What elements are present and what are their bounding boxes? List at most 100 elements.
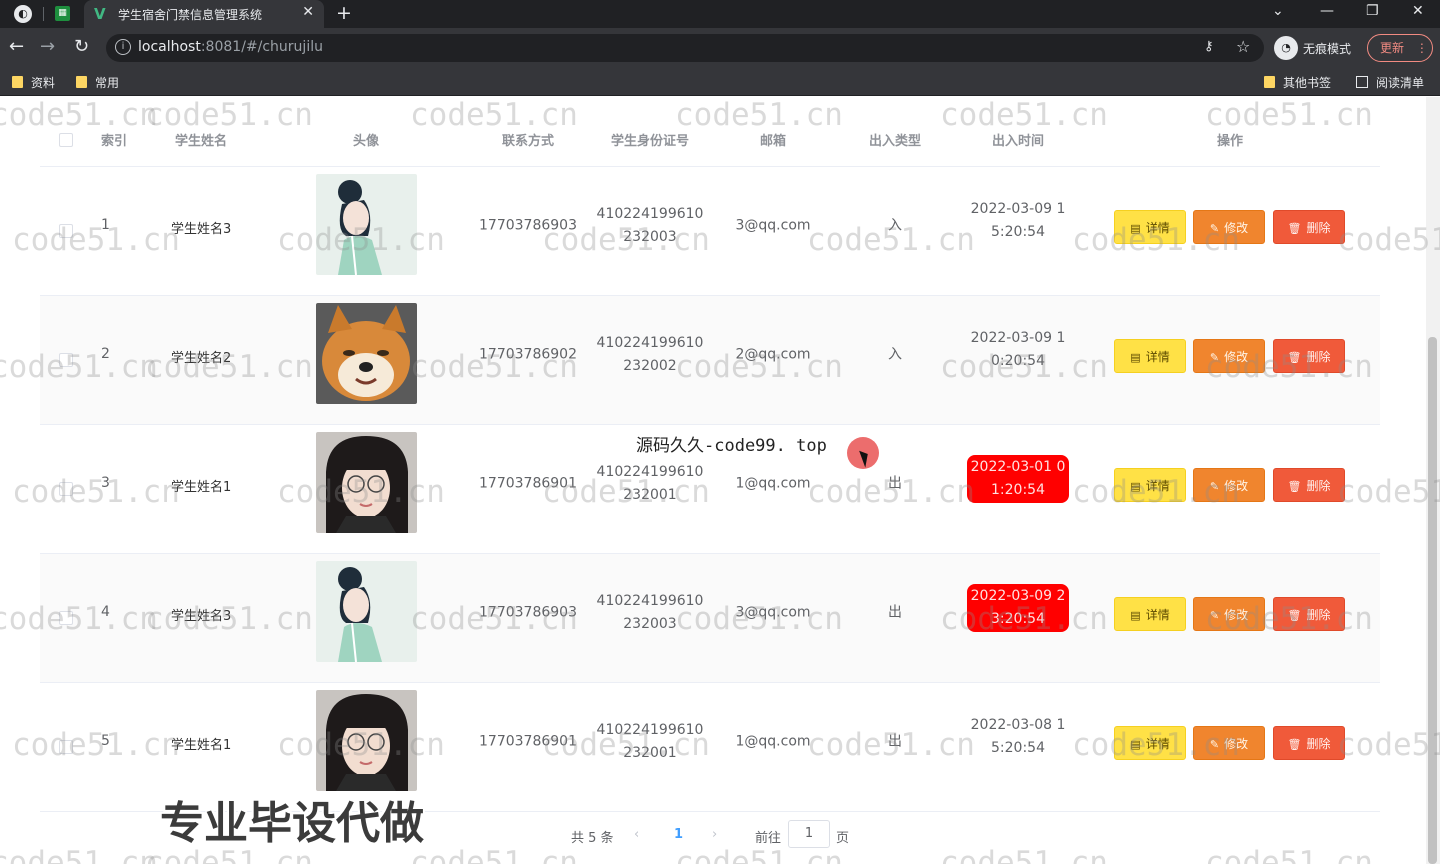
scrollbar-thumb[interactable] <box>1428 337 1437 864</box>
minimize-button[interactable]: — <box>1320 3 1334 19</box>
row-email: 3@qq.com <box>735 604 811 621</box>
row-phone: 17703786903 <box>479 604 577 621</box>
delete-button[interactable]: 🗑 删除 <box>1273 468 1345 502</box>
site-info-icon[interactable]: i <box>115 39 131 55</box>
row-checkbox[interactable] <box>59 224 73 238</box>
url-text[interactable]: localhost:8081/#/churujilu <box>138 39 323 55</box>
header-name[interactable]: 学生姓名 <box>175 130 227 149</box>
delete-button[interactable]: 🗑 删除 <box>1273 210 1345 244</box>
table-row: 1 学生姓名3 17703786903 410224199610 232003 3@qq.… <box>40 167 1380 296</box>
new-tab-button[interactable]: + <box>336 2 352 24</box>
overlay-caption: 源码久久-code99. top <box>636 436 827 456</box>
table-row: 2 学生姓名2 17703786902 410224199610 232002 2@qq.… <box>40 296 1380 425</box>
tab-search-icon[interactable]: ⌄ <box>1272 3 1284 19</box>
detail-label: 详情 <box>1145 350 1170 364</box>
maximize-button[interactable]: ❐ <box>1366 3 1379 19</box>
document-icon: ▤ <box>1130 222 1141 235</box>
edit-button[interactable]: ✎ 修改 <box>1193 726 1265 760</box>
close-tab-icon[interactable]: ✕ <box>302 4 314 20</box>
update-button[interactable]: 更新 ⋮ <box>1367 34 1433 62</box>
edit-button[interactable]: ✎ 修改 <box>1193 210 1265 244</box>
prev-page-icon[interactable]: ‹ <box>634 827 639 842</box>
detail-button[interactable]: ▤ 详情 <box>1114 210 1186 244</box>
row-id-card: 410224199610 232002 <box>597 332 704 378</box>
id-card-line-1: 410224199610 <box>596 206 704 222</box>
header-index[interactable]: 索引 <box>101 130 127 149</box>
time-line-2: 1:20:54 <box>991 482 1045 498</box>
detail-button[interactable]: ▤ 详情 <box>1114 339 1186 373</box>
vue-logo-icon: V <box>94 5 106 23</box>
tab-title: 学生宿舍门禁信息管理系统 <box>118 8 263 22</box>
password-key-icon[interactable]: ⚷ <box>1204 39 1214 54</box>
delete-button[interactable]: 🗑 删除 <box>1273 339 1345 373</box>
active-tab[interactable]: V 学生宿舍门禁信息管理系统 ✕ <box>84 0 324 28</box>
row-email: 1@qq.com <box>735 733 811 750</box>
goto-label: 前往 <box>755 831 782 846</box>
select-all-checkbox[interactable] <box>59 133 73 147</box>
forward-arrow-icon[interactable]: → <box>40 36 55 57</box>
row-phone: 17703786902 <box>479 346 577 363</box>
bookmark-folder-ziliao[interactable]: 资料 <box>12 74 55 91</box>
bookmark-label: 常用 <box>95 76 120 90</box>
more-menu-icon: ⋮ <box>1415 41 1428 55</box>
pinned-tab-icon[interactable]: ▦ <box>55 6 70 21</box>
header-time[interactable]: 出入时间 <box>992 130 1044 149</box>
bookmark-folder-changyong[interactable]: 常用 <box>76 74 119 91</box>
reload-icon[interactable]: ↻ <box>74 36 89 57</box>
detail-button[interactable]: ▤ 详情 <box>1114 468 1186 502</box>
row-type: 入 <box>888 346 902 363</box>
row-checkbox[interactable] <box>59 611 73 625</box>
browser-menu-icon[interactable]: ◐ <box>14 5 32 23</box>
delete-button[interactable]: 🗑 删除 <box>1273 597 1345 631</box>
delete-label: 删除 <box>1306 737 1331 751</box>
incognito-icon[interactable]: ◔ <box>1274 36 1298 60</box>
goto-page-input[interactable]: 1 <box>788 820 830 848</box>
folder-icon <box>76 76 87 88</box>
pagination-total: 共 5 条 <box>571 831 614 846</box>
next-page-icon[interactable]: › <box>712 827 717 842</box>
row-checkbox[interactable] <box>59 353 73 367</box>
row-time: 2022-03-09 1 5:20:54 <box>967 197 1069 245</box>
bookmark-star-icon[interactable]: ☆ <box>1236 37 1250 56</box>
scrollbar-track[interactable] <box>1426 97 1440 864</box>
row-index: 3 <box>101 475 110 491</box>
promo-banner-text: 专业毕设代做 <box>160 798 424 849</box>
table-header: 索引 学生姓名 头像 联系方式 学生身份证号 邮箱 出入类型 出入时间 操作 <box>40 97 1380 167</box>
id-card-line-2: 232003 <box>623 616 677 632</box>
detail-button[interactable]: ▤ 详情 <box>1114 597 1186 631</box>
back-arrow-icon[interactable]: ← <box>9 36 24 57</box>
other-bookmarks[interactable]: 其他书签 <box>1264 74 1331 91</box>
delete-button[interactable]: 🗑 删除 <box>1273 726 1345 760</box>
row-index: 2 <box>101 346 110 362</box>
row-checkbox[interactable] <box>59 740 73 754</box>
page-viewport: 索引 学生姓名 头像 联系方式 学生身份证号 邮箱 出入类型 出入时间 操作 1… <box>0 97 1440 864</box>
row-type: 出 <box>888 733 902 750</box>
id-card-line-1: 410224199610 <box>596 722 704 738</box>
pencil-icon: ✎ <box>1209 480 1220 493</box>
header-id-card[interactable]: 学生身份证号 <box>611 130 689 149</box>
header-email[interactable]: 邮箱 <box>760 130 786 149</box>
row-phone: 17703786903 <box>479 217 577 234</box>
row-phone: 17703786901 <box>479 733 577 750</box>
row-checkbox[interactable] <box>59 482 73 496</box>
edit-button[interactable]: ✎ 修改 <box>1193 468 1265 502</box>
detail-button[interactable]: ▤ 详情 <box>1114 726 1186 760</box>
header-avatar[interactable]: 头像 <box>353 130 379 149</box>
edit-button[interactable]: ✎ 修改 <box>1193 597 1265 631</box>
id-card-line-2: 232001 <box>623 745 677 761</box>
close-window-button[interactable]: ✕ <box>1412 3 1424 19</box>
omnibox[interactable]: i localhost:8081/#/churujilu ⚷ ☆ <box>106 34 1264 62</box>
pencil-icon: ✎ <box>1209 222 1220 235</box>
page-number-current[interactable]: 1 <box>674 827 683 842</box>
header-phone[interactable]: 联系方式 <box>502 130 554 149</box>
reading-list[interactable]: 阅读清单 <box>1356 74 1424 91</box>
folder-icon <box>12 76 23 88</box>
row-index: 4 <box>101 604 110 620</box>
student-avatar-image <box>316 690 417 791</box>
row-type: 出 <box>888 604 902 621</box>
row-student-name: 学生姓名1 <box>171 480 232 495</box>
pencil-icon: ✎ <box>1209 609 1220 622</box>
header-type[interactable]: 出入类型 <box>869 130 921 149</box>
trash-icon: 🗑 <box>1287 480 1302 493</box>
edit-button[interactable]: ✎ 修改 <box>1193 339 1265 373</box>
